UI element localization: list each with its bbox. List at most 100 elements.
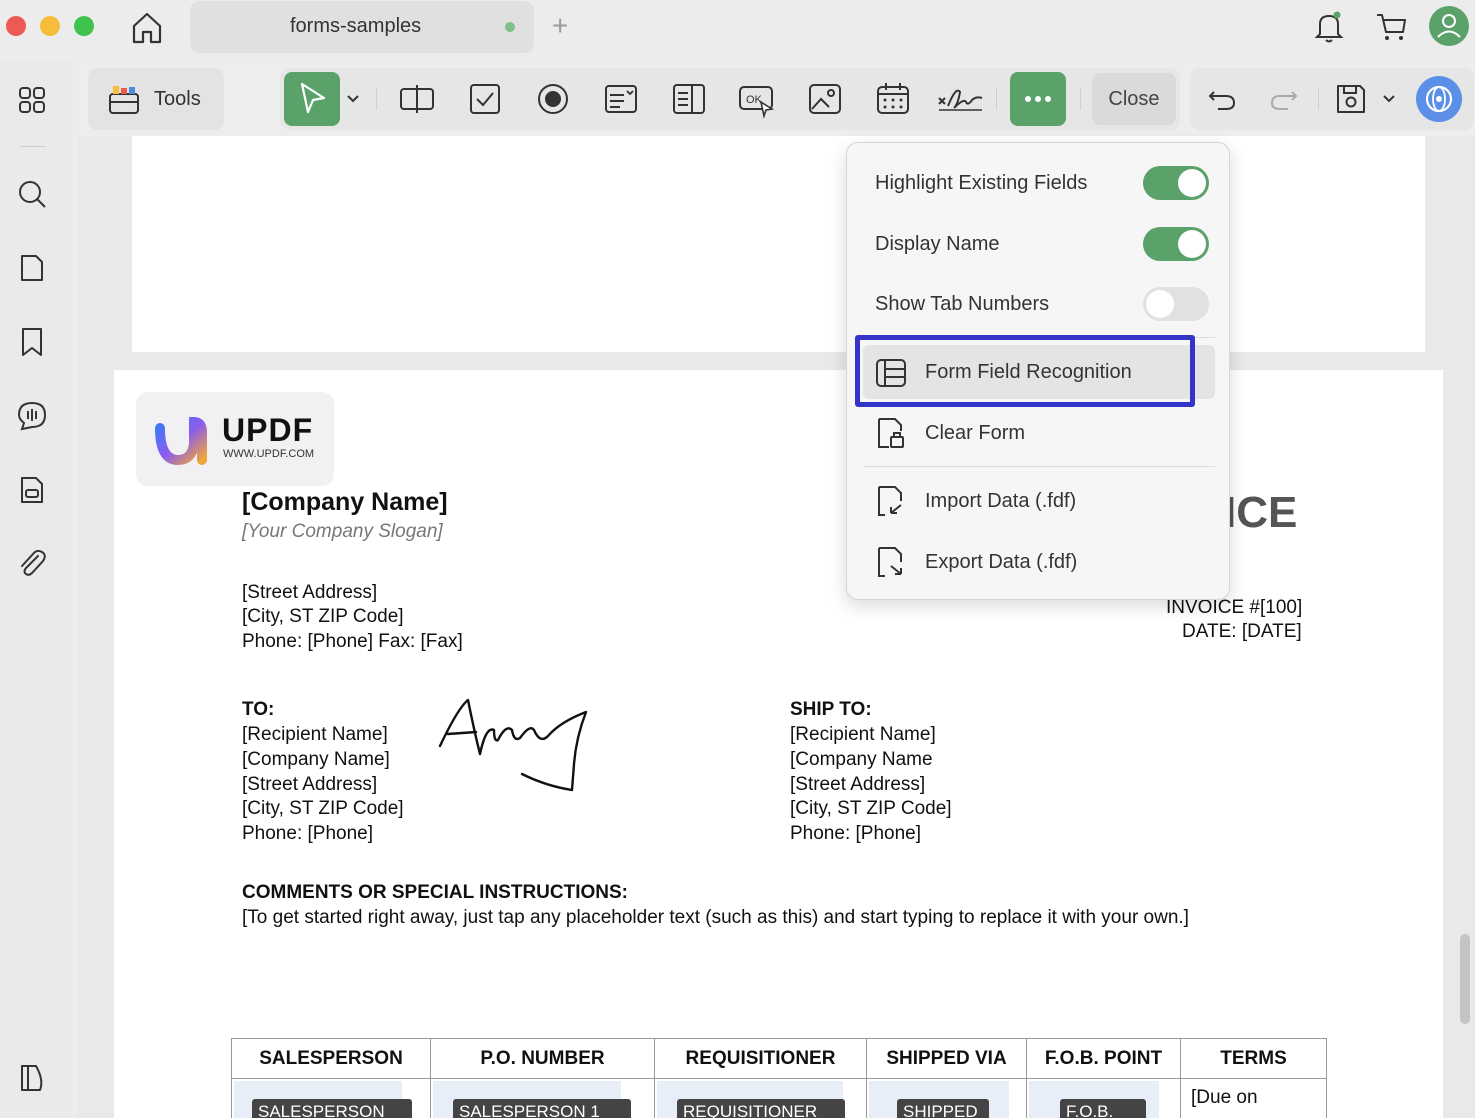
table-cell: SHIPPED (867, 1079, 1027, 1118)
chevron-down-icon[interactable] (342, 78, 364, 120)
invoice-number[interactable]: INVOICE #[100] (1166, 597, 1302, 619)
invoice-title-fragment: ICE (1224, 488, 1298, 537)
ship-to-line[interactable]: [City, ST ZIP Code] (790, 798, 952, 820)
to-line[interactable]: [City, ST ZIP Code] (242, 798, 404, 820)
import-data-icon[interactable] (873, 483, 909, 519)
toggle-knob (1178, 169, 1206, 197)
comments-text[interactable]: [To get started right away, just tap any… (242, 907, 1189, 929)
sidebar-divider (20, 146, 46, 147)
form-field-fob-point[interactable]: F.O.B. (1060, 1099, 1146, 1118)
form-toolbar: Tools OK Close (78, 62, 1475, 136)
account-avatar[interactable] (1429, 6, 1469, 46)
undo-icon[interactable] (1202, 78, 1244, 120)
pdf-page-previous (132, 136, 1425, 352)
image-field-icon[interactable] (804, 78, 846, 120)
ship-to-line[interactable]: [Street Address] (790, 774, 925, 796)
ship-to-line[interactable]: Phone: [Phone] (790, 823, 921, 845)
tab-status-dot (505, 22, 515, 32)
table-cell: F.O.B. (1027, 1079, 1181, 1118)
menu-item-clear-form[interactable]: Clear Form (925, 422, 1025, 445)
display-name-toggle[interactable] (1143, 227, 1209, 261)
ship-to-line[interactable]: [Recipient Name] (790, 724, 936, 746)
thumbnails-grid-icon[interactable] (14, 82, 50, 118)
document-stamp-icon[interactable] (14, 472, 50, 508)
to-line[interactable]: [Company Name] (242, 749, 390, 771)
signature-field-icon[interactable] (936, 78, 984, 120)
document-tab-title: forms-samples (290, 15, 422, 37)
svg-text:OK: OK (746, 94, 763, 106)
page-icon[interactable] (14, 250, 50, 286)
form-tools-group: OK Close (280, 68, 1180, 130)
window-zoom-button[interactable] (74, 16, 94, 36)
address-line[interactable]: [City, ST ZIP Code] (242, 606, 404, 628)
table-header: REQUISITIONER (655, 1039, 867, 1079)
title-bar: forms-samples + (0, 0, 1475, 56)
menu-divider (863, 466, 1215, 467)
save-icon[interactable] (1330, 78, 1372, 120)
toolbox-icon (109, 86, 139, 114)
close-form-edit-button[interactable]: Close (1092, 73, 1176, 125)
tools-button[interactable]: Tools (88, 68, 224, 130)
table-header: F.O.B. POINT (1027, 1039, 1181, 1079)
comments-heading: COMMENTS OR SPECIAL INSTRUCTIONS: (242, 882, 628, 903)
ai-assistant-button[interactable] (1416, 76, 1462, 122)
company-slogan[interactable]: [Your Company Slogan] (242, 521, 443, 543)
to-line[interactable]: [Street Address] (242, 774, 377, 796)
redo-icon[interactable] (1262, 78, 1304, 120)
display-name-label: Display Name (875, 233, 1000, 255)
home-icon[interactable] (128, 8, 166, 46)
select-tool-button[interactable] (284, 72, 340, 126)
terms-value[interactable]: [Due on (1191, 1087, 1258, 1109)
toolbar-divider (1080, 88, 1081, 110)
to-line[interactable]: Phone: [Phone] (242, 823, 373, 845)
list-box-icon[interactable] (668, 78, 710, 120)
radio-button-icon[interactable] (532, 78, 574, 120)
tools-label: Tools (154, 88, 201, 110)
bookmark-icon[interactable] (14, 324, 50, 360)
more-options-button[interactable] (1010, 72, 1066, 126)
window-close-button[interactable] (6, 16, 26, 36)
new-tab-button[interactable]: + (552, 12, 568, 40)
chevron-down-icon[interactable] (1378, 78, 1400, 120)
comment-icon[interactable] (14, 398, 50, 434)
toolbar-divider (1318, 88, 1319, 110)
form-field-shipped-via[interactable]: SHIPPED (897, 1099, 989, 1118)
document-tab[interactable]: forms-samples (190, 1, 534, 53)
menu-item-export-data[interactable]: Export Data (.fdf) (925, 551, 1077, 574)
vertical-scrollbar[interactable] (1460, 934, 1470, 1024)
search-icon[interactable] (14, 176, 50, 212)
logo-url: WWW.UPDF.COM (223, 448, 315, 460)
address-line[interactable]: [Street Address] (242, 582, 377, 604)
toggle-knob (1178, 230, 1206, 258)
attachment-icon[interactable] (14, 546, 50, 582)
address-line[interactable]: Phone: [Phone] Fax: [Fax] (242, 631, 463, 653)
highlight-fields-toggle[interactable] (1143, 166, 1209, 200)
ship-to-heading: SHIP TO: (790, 699, 872, 720)
invoice-date[interactable]: DATE: [DATE] (1182, 621, 1302, 643)
user-icon (1437, 14, 1461, 38)
cursor-arrow-icon (300, 82, 326, 114)
form-field-requisitioner[interactable]: REQUISITIONER (677, 1099, 845, 1118)
form-field-po-number[interactable]: SALESPERSON 1 (453, 1099, 631, 1118)
window-minimize-button[interactable] (40, 16, 60, 36)
combo-box-icon[interactable] (600, 78, 642, 120)
company-name[interactable]: [Company Name] (242, 488, 448, 517)
show-tab-numbers-toggle[interactable] (1143, 287, 1209, 321)
edit-actions-group (1190, 68, 1474, 130)
ship-to-line[interactable]: [Company Name (790, 749, 933, 771)
checkbox-icon[interactable] (464, 78, 506, 120)
more-dots-icon (1025, 96, 1051, 102)
table-header: SHIPPED VIA (867, 1039, 1027, 1079)
notification-bell-icon[interactable] (1309, 6, 1349, 46)
button-field-icon[interactable]: OK (736, 78, 778, 120)
panel-toggle-icon[interactable] (14, 1060, 50, 1096)
clear-form-icon[interactable] (873, 415, 909, 451)
form-field-salesperson[interactable]: SALESPERSON (252, 1099, 412, 1118)
toggle-knob (1146, 290, 1174, 318)
to-line[interactable]: [Recipient Name] (242, 724, 388, 746)
menu-item-import-data[interactable]: Import Data (.fdf) (925, 490, 1076, 513)
date-field-icon[interactable] (872, 78, 914, 120)
cart-icon[interactable] (1371, 6, 1411, 46)
text-field-icon[interactable] (396, 78, 438, 120)
export-data-icon[interactable] (873, 544, 909, 580)
